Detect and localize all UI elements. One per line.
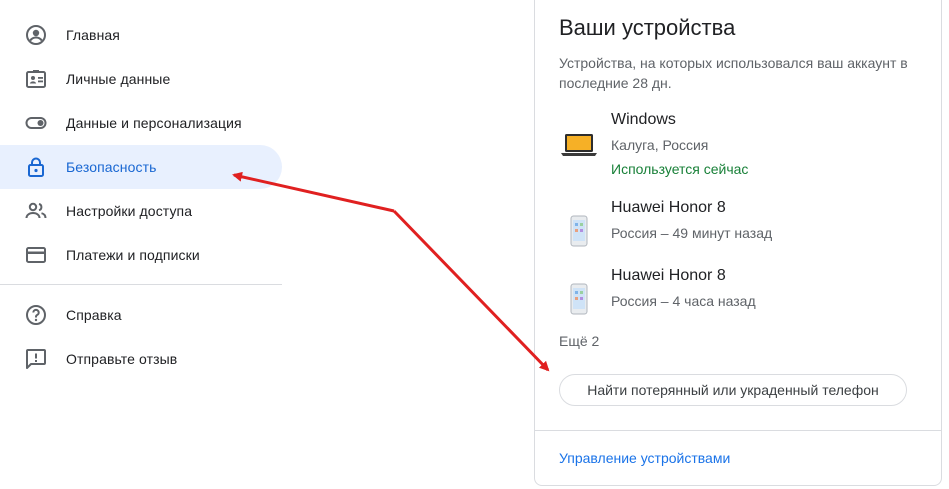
device-row-phone[interactable]: Huawei Honor 8 Россия – 4 часа назад bbox=[535, 267, 943, 333]
help-icon bbox=[24, 303, 48, 327]
device-last-seen: Россия – 49 минут назад bbox=[611, 225, 773, 241]
device-status: Используется сейчас bbox=[611, 161, 749, 177]
manage-devices-link[interactable]: Управление устройствами bbox=[559, 450, 730, 466]
sidebar-item-label: Безопасность bbox=[66, 159, 157, 175]
lock-icon bbox=[24, 155, 48, 179]
credit-card-icon bbox=[24, 243, 48, 267]
phone-icon bbox=[559, 213, 599, 253]
device-name: Huawei Honor 8 bbox=[611, 199, 726, 216]
device-location: Калуга, Россия bbox=[611, 137, 709, 153]
account-circle-icon bbox=[24, 23, 48, 47]
toggle-icon bbox=[24, 111, 48, 135]
sidebar-item-feedback[interactable]: Отправьте отзыв bbox=[0, 337, 282, 381]
sidebar-item-help[interactable]: Справка bbox=[0, 293, 282, 337]
sidebar-item-label: Настройки доступа bbox=[66, 203, 193, 219]
sidebar-item-people-sharing[interactable]: Настройки доступа bbox=[0, 189, 282, 233]
sidebar-item-data-personalization[interactable]: Данные и персонализация bbox=[0, 101, 282, 145]
device-row-phone[interactable]: Huawei Honor 8 Россия – 49 минут назад bbox=[535, 199, 943, 265]
id-card-icon bbox=[24, 67, 48, 91]
annotation-arrow-to-find-button bbox=[392, 209, 550, 372]
sidebar-item-payments[interactable]: Платежи и подписки bbox=[0, 233, 282, 277]
sidebar-item-personal-info[interactable]: Личные данные bbox=[0, 57, 282, 101]
card-title: Ваши устройства bbox=[559, 15, 736, 40]
sidebar-item-label: Данные и персонализация bbox=[66, 115, 242, 131]
feedback-icon bbox=[24, 347, 48, 371]
device-name: Huawei Honor 8 bbox=[611, 267, 726, 284]
sidebar-divider bbox=[0, 284, 282, 285]
sidebar-item-label: Справка bbox=[66, 307, 122, 323]
card-description: Устройства, на которых использовался ваш… bbox=[559, 55, 908, 91]
devices-card: Ваши устройства Устройства, на которых и… bbox=[534, 0, 942, 486]
show-more-devices[interactable]: Ещё 2 bbox=[559, 333, 599, 349]
sidebar-item-home[interactable]: Главная bbox=[0, 13, 282, 57]
device-last-seen: Россия – 4 часа назад bbox=[611, 293, 756, 309]
device-name: Windows bbox=[611, 111, 676, 128]
sidebar-item-label: Личные данные bbox=[66, 71, 171, 87]
sidebar-item-label: Отправьте отзыв bbox=[66, 351, 178, 367]
people-icon bbox=[24, 199, 48, 223]
sidebar-item-security[interactable]: Безопасность bbox=[0, 145, 282, 189]
sidebar-nav: Главная Личные данные Данные и персонали… bbox=[0, 0, 282, 489]
device-row-windows[interactable]: Windows Калуга, Россия Используется сейч… bbox=[535, 111, 943, 177]
find-lost-phone-button[interactable]: Найти потерянный или украденный телефон bbox=[559, 374, 907, 406]
sidebar-item-label: Главная bbox=[66, 27, 120, 43]
laptop-icon bbox=[559, 125, 599, 165]
sidebar-item-label: Платежи и подписки bbox=[66, 247, 200, 263]
card-divider bbox=[535, 430, 941, 431]
phone-icon bbox=[559, 281, 599, 321]
